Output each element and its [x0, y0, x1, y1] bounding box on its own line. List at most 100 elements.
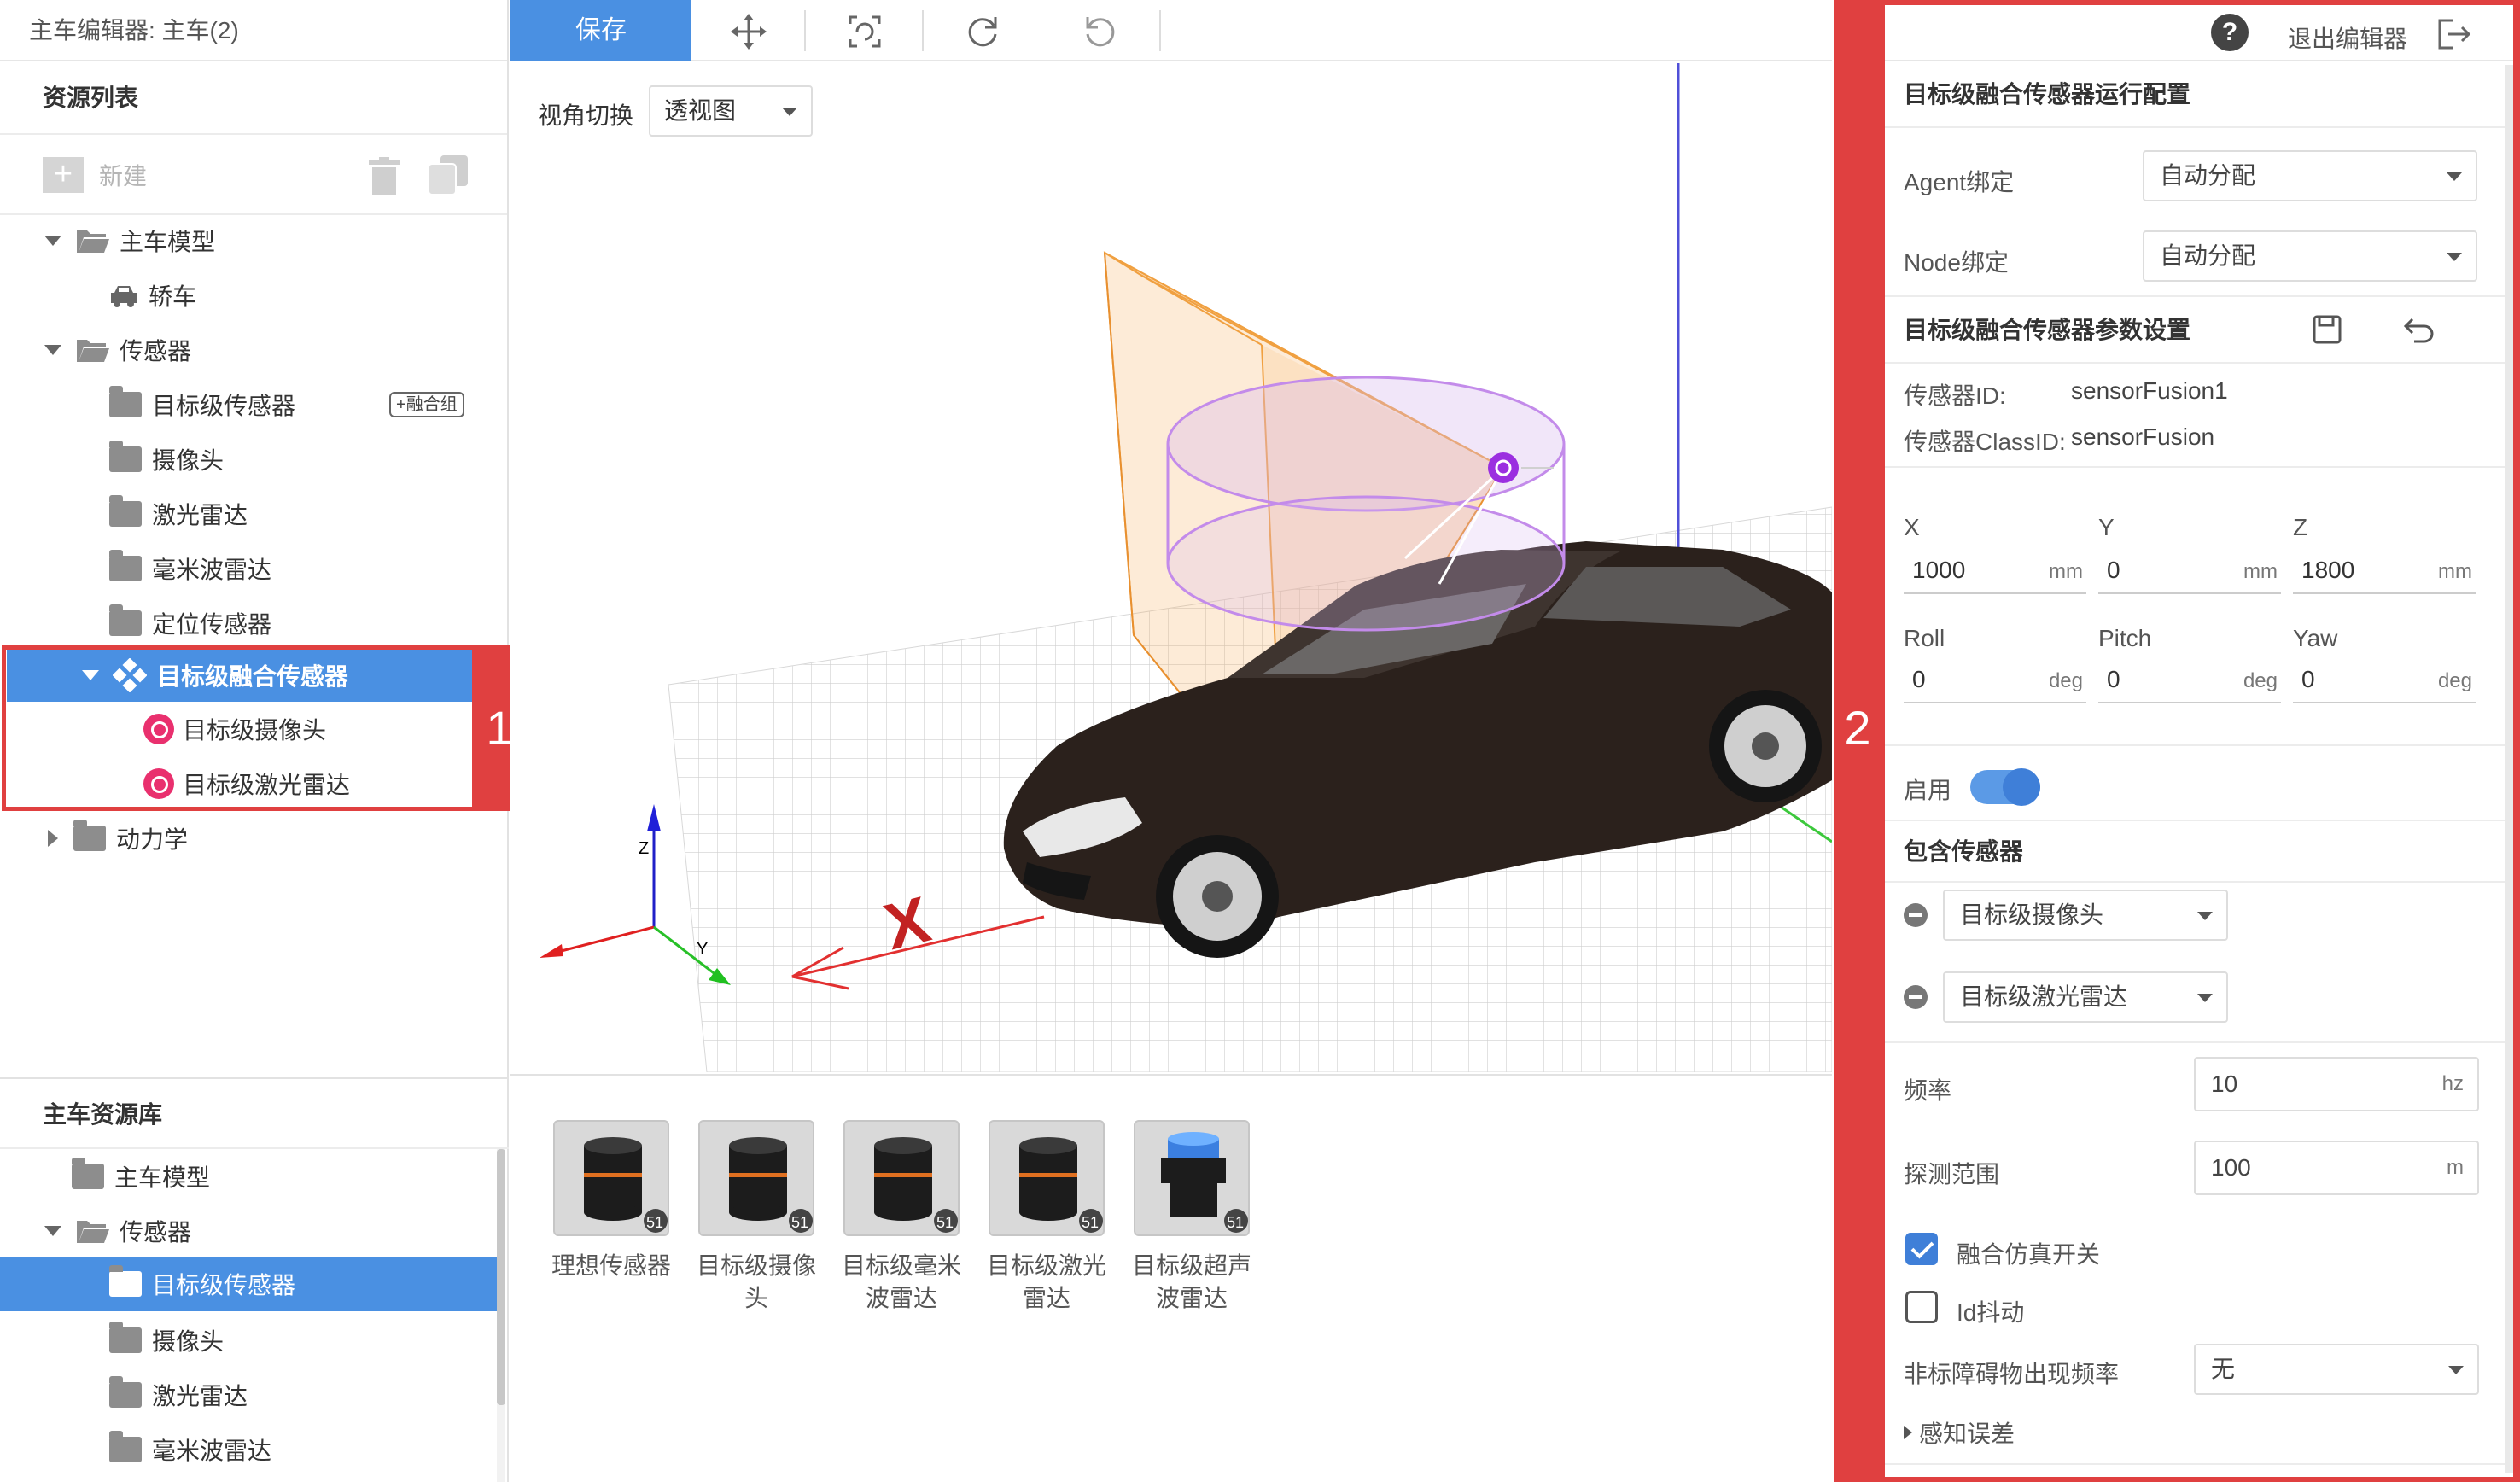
perception-error-expander[interactable]: 感知误差 [1904, 1415, 2015, 1450]
library-item-target-sensors[interactable]: 目标级传感器 [0, 1257, 497, 1311]
enable-toggle[interactable] [1970, 768, 2040, 806]
nonstd-obstacle-select[interactable]: 无 [2194, 1344, 2479, 1395]
library-card-target-radar[interactable]: 51 目标级毫米波雷达 [842, 1120, 961, 1315]
node-binding-select[interactable]: 自动分配 [2143, 230, 2477, 282]
library-card-label: 目标级毫米波雷达 [841, 1252, 961, 1311]
z-input[interactable]: 1800 mm [2293, 546, 2476, 594]
library-card-target-camera[interactable]: 51 目标级摄像头 [697, 1120, 816, 1315]
tree-item-sedan[interactable]: 轿车 [109, 270, 196, 321]
included-sensor-select-2[interactable]: 目标级激光雷达 [1943, 971, 2228, 1023]
3d-viewport[interactable]: X Z Y 视角切换 透视图 [510, 63, 1832, 1072]
library-item-main-car-model[interactable]: 主车模型 [72, 1151, 210, 1202]
reset-view-icon[interactable] [845, 12, 884, 51]
caret-down-icon[interactable] [44, 1226, 61, 1236]
frequency-label: 频率 [1904, 1077, 1952, 1104]
properties-scrollbar[interactable] [2505, 65, 2513, 1473]
view-switch-label: 视角切换 [538, 102, 634, 129]
tree-item-sensors[interactable]: 传感器 [44, 324, 191, 376]
tree-item-target-sensors[interactable]: 目标级传感器 +融合组 [109, 379, 464, 430]
caret-right-icon[interactable] [48, 830, 58, 847]
undo-icon[interactable] [2402, 314, 2436, 345]
chevron-down-icon [2197, 912, 2213, 920]
toolbar-divider [1159, 10, 1161, 51]
car-icon [111, 286, 137, 307]
remove-sensor-icon[interactable] [1904, 903, 1928, 927]
y-input[interactable]: 0 mm [2098, 546, 2281, 594]
included-sensor-select-1[interactable]: 目标级摄像头 [1943, 890, 2228, 941]
tree-item-main-car-model[interactable]: 主车模型 [44, 215, 215, 266]
divider [1885, 744, 2513, 746]
caret-down-icon[interactable] [44, 236, 61, 246]
card-badge: 51 [1082, 1214, 1099, 1231]
new-button[interactable]: + 新建 [43, 157, 147, 193]
detect-range-input[interactable]: 100 m [2194, 1141, 2479, 1195]
tree-item-label: 目标级传感器 [152, 393, 296, 419]
folder-open-icon [75, 227, 109, 254]
trash-icon[interactable] [367, 157, 401, 195]
z-unit: mm [2438, 560, 2472, 583]
sensor-cylinder-icon: 51 [553, 1120, 669, 1236]
library-card-ideal-sensor[interactable]: 51 理想传感器 [551, 1120, 671, 1282]
fusion-sim-label: 融合仿真开关 [1957, 1241, 2101, 1268]
sensor-cylinder-icon: 51 [843, 1120, 960, 1236]
library-scrollbar-thumb[interactable] [497, 1149, 505, 1405]
library-item-camera[interactable]: 摄像头 [109, 1315, 224, 1366]
remove-sensor-icon[interactable] [1904, 985, 1928, 1009]
exit-editor-button[interactable]: 退出编辑器 [2288, 20, 2407, 55]
library-item-label: 摄像头 [152, 1328, 225, 1355]
chevron-down-icon [2447, 172, 2462, 181]
sensor-classid-value: sensorFusion [2071, 423, 2215, 450]
pitch-input[interactable]: 0 deg [2098, 656, 2281, 703]
card-badge: 51 [791, 1214, 808, 1231]
agent-binding-select[interactable]: 自动分配 [2143, 150, 2477, 201]
copy-icon[interactable] [429, 155, 468, 195]
plus-icon: + [43, 157, 84, 193]
library-card-target-lidar[interactable]: 51 目标级激光雷达 [987, 1120, 1106, 1315]
view-mode-select[interactable]: 透视图 [649, 85, 813, 137]
tree-item-radar[interactable]: 毫米波雷达 [109, 543, 271, 594]
library-item-lidar[interactable]: 激光雷达 [109, 1369, 248, 1421]
library-item-label: 激光雷达 [152, 1383, 248, 1409]
fusion-sim-checkbox[interactable] [1905, 1233, 1938, 1265]
yaw-input[interactable]: 0 deg [2293, 656, 2476, 703]
library-item-sensors[interactable]: 传感器 [44, 1205, 191, 1257]
caret-down-icon[interactable] [44, 345, 61, 355]
window-title: 主车编辑器: 主车(2) [0, 0, 507, 61]
library-card-label: 目标级激光雷达 [986, 1252, 1106, 1311]
roll-label: Roll [1904, 625, 1945, 651]
folder-icon [109, 441, 142, 472]
folder-icon [109, 386, 142, 417]
divider [1885, 1041, 2513, 1043]
scene-canvas[interactable]: X Z Y [510, 63, 1832, 1072]
add-fusion-group-button[interactable]: +融合组 [389, 392, 464, 417]
save-button[interactable]: 保存 [510, 0, 691, 61]
x-input[interactable]: 1000 mm [1904, 546, 2086, 594]
library-card-target-ultrasonic[interactable]: 51 目标级超声波雷达 [1132, 1120, 1251, 1315]
tree-item-positioning[interactable]: 定位传感器 [109, 598, 271, 649]
sensor-id-label: 传感器ID: [1904, 382, 2006, 409]
folder-icon [109, 550, 142, 581]
resource-list-title: 资源列表 [0, 61, 507, 135]
move-icon[interactable] [729, 12, 768, 51]
roll-input[interactable]: 0 deg [1904, 656, 2086, 703]
tree-item-lidar[interactable]: 激光雷达 [109, 488, 248, 540]
yaw-value: 0 [2301, 666, 2315, 692]
enable-label: 启用 [1904, 777, 1952, 803]
tree-item-label: 传感器 [120, 338, 192, 365]
frequency-input[interactable]: 10 hz [2194, 1057, 2479, 1112]
scene-editor: 保存 X Z Y 视角切换 透视图 51 理想传感器 51 目标级摄像头 51 … [510, 0, 1832, 1482]
tree-item-dynamics[interactable]: 动力学 [48, 813, 188, 864]
library-item-radar[interactable]: 毫米波雷达 [109, 1424, 271, 1475]
exit-icon[interactable] [2436, 17, 2472, 51]
z-value: 1800 [2301, 557, 2355, 583]
tree-item-label: 摄像头 [152, 447, 225, 474]
pitch-unit: deg [2243, 669, 2278, 692]
save-params-icon[interactable] [2312, 314, 2342, 345]
help-icon[interactable]: ? [2211, 14, 2249, 51]
rotate-cw-icon[interactable] [963, 12, 1002, 51]
id-jitter-checkbox[interactable] [1905, 1291, 1938, 1323]
annotation-label-2: 2 [1844, 701, 1871, 755]
library-card-label: 理想传感器 [551, 1252, 671, 1279]
rotate-ccw-icon[interactable] [1081, 12, 1120, 51]
tree-item-camera[interactable]: 摄像头 [109, 434, 224, 485]
